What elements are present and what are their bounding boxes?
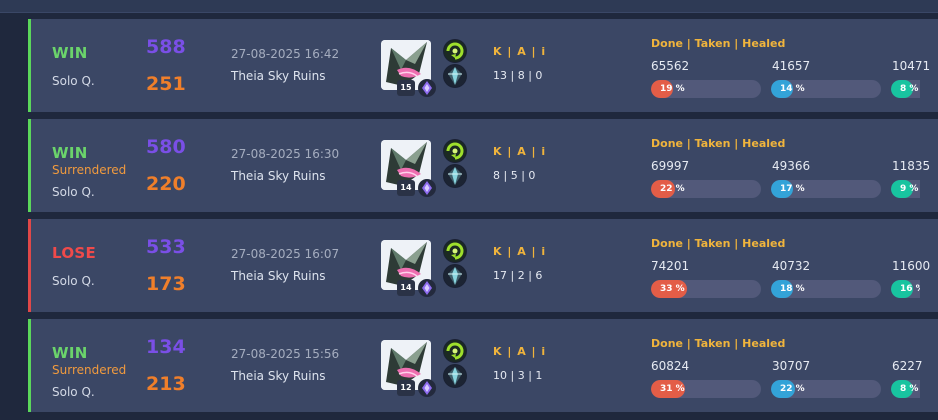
match-score-secondary: 220 bbox=[146, 173, 186, 195]
rune-icon bbox=[418, 379, 436, 397]
damage-taken-percent: 17 % bbox=[780, 184, 805, 194]
damage-done-bar: 22 % bbox=[651, 180, 761, 198]
damage-taken-percent: 18 % bbox=[780, 284, 805, 294]
healed-percent: 8 % bbox=[900, 384, 919, 394]
damage-done-percent: 31 % bbox=[660, 384, 685, 394]
kda-header: K | A | i bbox=[493, 245, 547, 258]
champion-level-badge: 15 bbox=[397, 80, 415, 96]
damage-taken-value: 40732 bbox=[772, 259, 811, 273]
match-score-primary: 533 bbox=[146, 236, 186, 258]
healed-bar: 16 % bbox=[891, 280, 920, 298]
damage-done-value: 65562 bbox=[651, 59, 690, 73]
damage-taken-value: 49366 bbox=[772, 159, 811, 173]
healed-bar: 8 % bbox=[891, 380, 920, 398]
stats-header: Done | Taken | Healed bbox=[651, 137, 786, 150]
healed-bar: 8 % bbox=[891, 80, 920, 98]
match-card[interactable]: WIN Surrendered Solo Q. 134 213 27-08-20… bbox=[28, 319, 938, 412]
queue-type: Solo Q. bbox=[52, 385, 95, 399]
rune-icon bbox=[418, 179, 436, 197]
summoner-spell-icon bbox=[443, 64, 467, 88]
damage-taken-bar: 22 % bbox=[771, 380, 881, 398]
match-score-secondary: 251 bbox=[146, 73, 186, 95]
summoner-spell-icon bbox=[443, 164, 467, 188]
match-card[interactable]: LOSE Solo Q. 533 173 27-08-2025 16:07 Th… bbox=[28, 219, 938, 312]
match-date: 27-08-2025 15:56 bbox=[231, 347, 340, 361]
match-result: WIN bbox=[52, 344, 88, 362]
rune-icon bbox=[418, 79, 436, 97]
match-score-secondary: 213 bbox=[146, 373, 186, 395]
champion-level-badge: 14 bbox=[397, 180, 415, 196]
damage-taken-percent: 14 % bbox=[780, 84, 805, 94]
summoner-spell-icon bbox=[443, 239, 467, 263]
summoner-spell-icon bbox=[443, 339, 467, 363]
match-score-primary: 580 bbox=[146, 136, 186, 158]
match-date: 27-08-2025 16:42 bbox=[231, 47, 340, 61]
stats-header: Done | Taken | Healed bbox=[651, 237, 786, 250]
match-score-primary: 134 bbox=[146, 336, 186, 358]
summoner-spell-icon bbox=[443, 364, 467, 388]
damage-taken-percent: 22 % bbox=[780, 384, 805, 394]
healed-percent: 8 % bbox=[900, 84, 919, 94]
damage-done-value: 69997 bbox=[651, 159, 690, 173]
damage-done-value: 60824 bbox=[651, 359, 690, 373]
champion-level-badge: 14 bbox=[397, 280, 415, 296]
healed-percent: 16 % bbox=[900, 284, 920, 294]
match-map: Theia Sky Ruins bbox=[231, 169, 326, 183]
match-result: WIN bbox=[52, 44, 88, 62]
match-card[interactable]: WIN Solo Q. 588 251 27-08-2025 16:42 The… bbox=[28, 19, 938, 112]
summoner-spell-icon bbox=[443, 139, 467, 163]
kda-value: 10 | 3 | 1 bbox=[493, 369, 543, 382]
top-panel bbox=[0, 0, 938, 13]
queue-type: Solo Q. bbox=[52, 274, 95, 288]
match-card[interactable]: WIN Surrendered Solo Q. 580 220 27-08-20… bbox=[28, 119, 938, 212]
damage-taken-bar: 18 % bbox=[771, 280, 881, 298]
damage-taken-bar: 14 % bbox=[771, 80, 881, 98]
match-date: 27-08-2025 16:30 bbox=[231, 147, 340, 161]
damage-taken-value: 41657 bbox=[772, 59, 811, 73]
match-map: Theia Sky Ruins bbox=[231, 369, 326, 383]
match-result: LOSE bbox=[52, 244, 97, 262]
damage-done-bar: 19 % bbox=[651, 80, 761, 98]
kda-value: 8 | 5 | 0 bbox=[493, 169, 536, 182]
match-result: WIN bbox=[52, 144, 88, 162]
healed-value: 10471 bbox=[892, 59, 931, 73]
kda-header: K | A | i bbox=[493, 145, 547, 158]
healed-value: 6227 bbox=[892, 359, 923, 373]
damage-done-value: 74201 bbox=[651, 259, 690, 273]
damage-done-percent: 19 % bbox=[660, 84, 685, 94]
kda-value: 13 | 8 | 0 bbox=[493, 69, 543, 82]
champion-level-badge: 12 bbox=[397, 380, 415, 396]
healed-value: 11600 bbox=[892, 259, 931, 273]
damage-done-percent: 33 % bbox=[660, 284, 685, 294]
summoner-spell-icon bbox=[443, 39, 467, 63]
match-score-secondary: 173 bbox=[146, 273, 186, 295]
healed-bar: 9 % bbox=[891, 180, 920, 198]
match-date: 27-08-2025 16:07 bbox=[231, 247, 340, 261]
damage-taken-value: 30707 bbox=[772, 359, 811, 373]
rune-icon bbox=[418, 279, 436, 297]
kda-header: K | A | i bbox=[493, 45, 547, 58]
damage-taken-bar: 17 % bbox=[771, 180, 881, 198]
match-score-primary: 588 bbox=[146, 36, 186, 58]
queue-type: Solo Q. bbox=[52, 185, 95, 199]
kda-header: K | A | i bbox=[493, 345, 547, 358]
queue-type: Solo Q. bbox=[52, 74, 95, 88]
kda-value: 17 | 2 | 6 bbox=[493, 269, 543, 282]
damage-done-bar: 31 % bbox=[651, 380, 761, 398]
stats-header: Done | Taken | Healed bbox=[651, 37, 786, 50]
stats-header: Done | Taken | Healed bbox=[651, 337, 786, 350]
summoner-spell-icon bbox=[443, 264, 467, 288]
surrendered-label: Surrendered bbox=[52, 363, 127, 377]
healed-percent: 9 % bbox=[900, 184, 919, 194]
match-map: Theia Sky Ruins bbox=[231, 269, 326, 283]
surrendered-label: Surrendered bbox=[52, 163, 127, 177]
healed-value: 11835 bbox=[892, 159, 931, 173]
match-map: Theia Sky Ruins bbox=[231, 69, 326, 83]
damage-done-percent: 22 % bbox=[660, 184, 685, 194]
damage-done-bar: 33 % bbox=[651, 280, 761, 298]
